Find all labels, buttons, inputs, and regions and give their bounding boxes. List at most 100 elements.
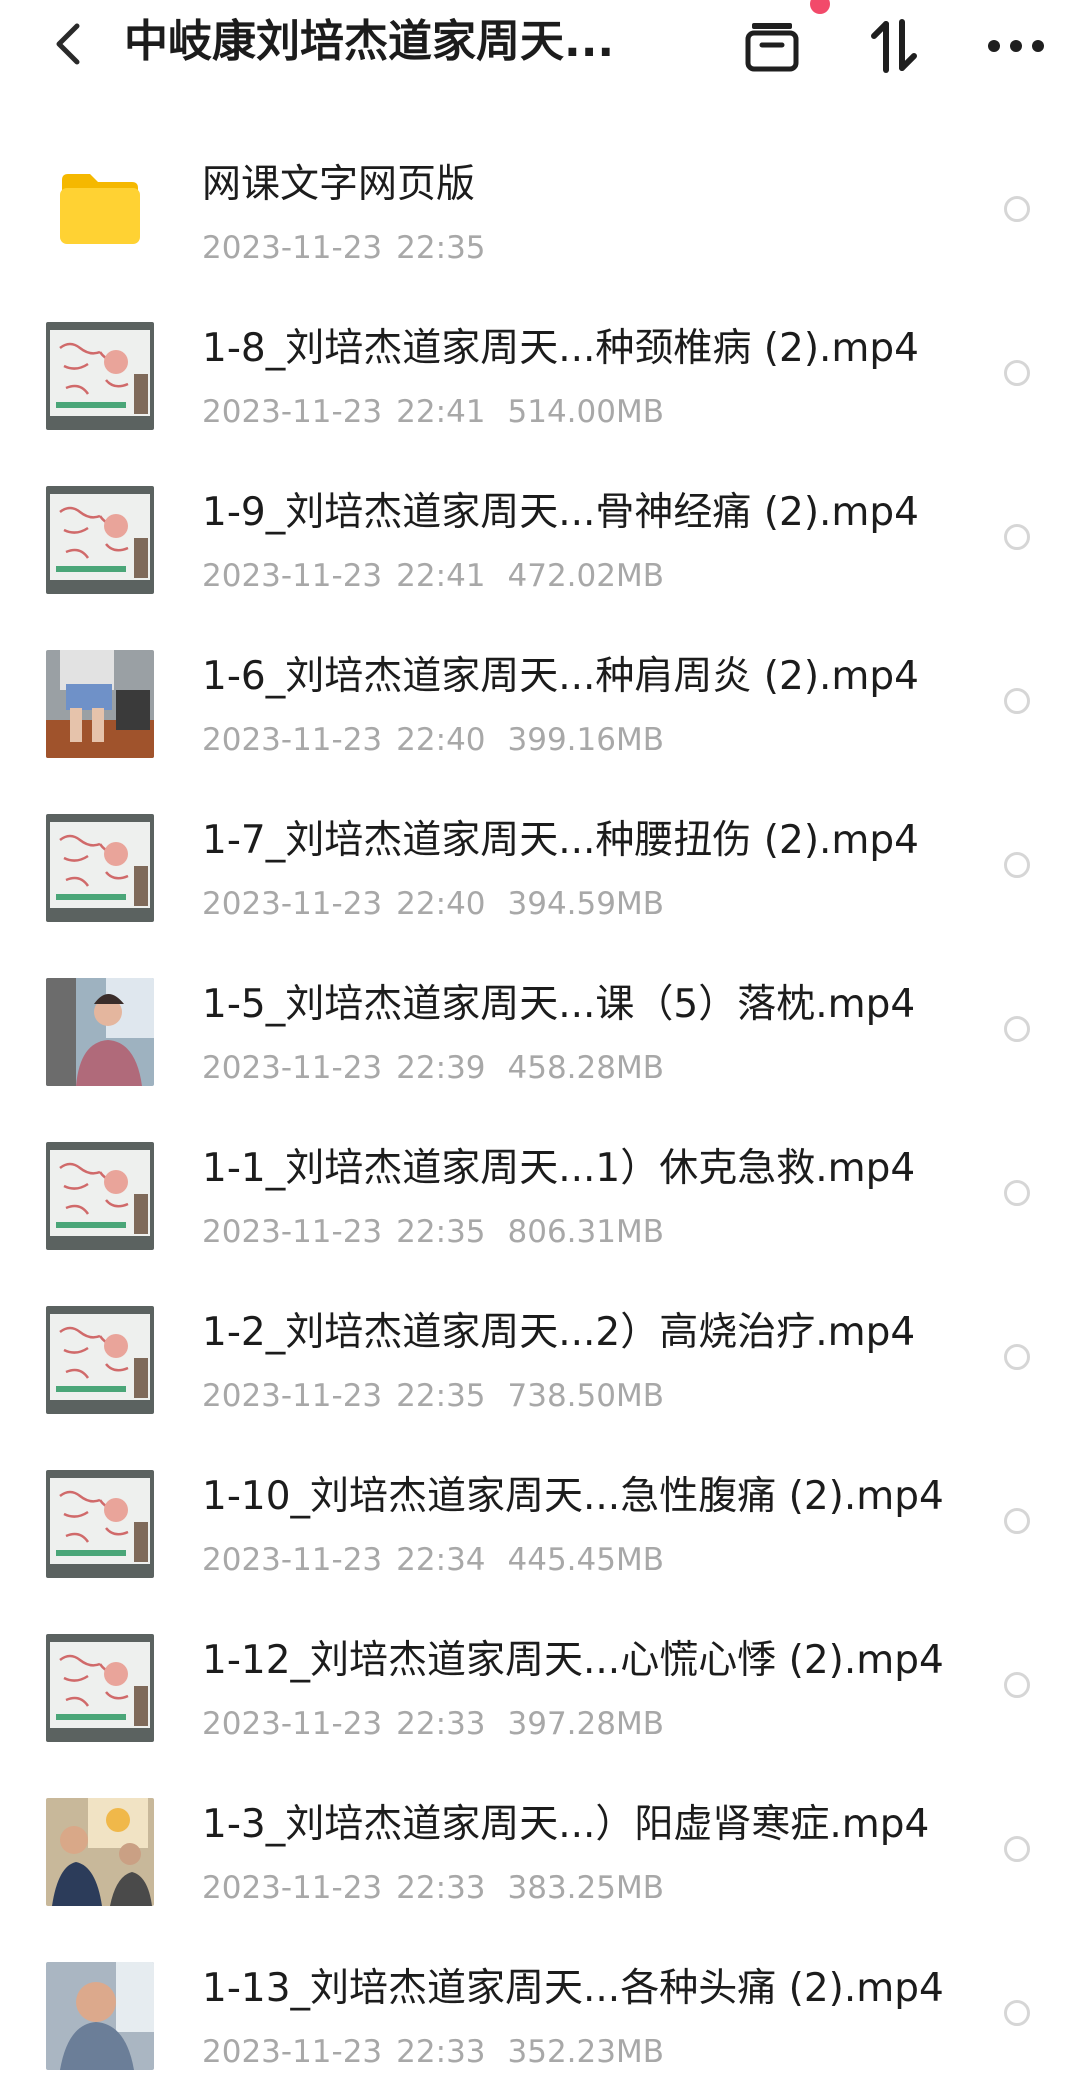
page-title: 中岐康刘培杰道家周天... bbox=[124, 16, 615, 67]
file-meta: 2023-11-23 22:35 bbox=[202, 226, 486, 270]
file-meta: 2023-11-23 22:33 397.28MB bbox=[202, 1702, 664, 1746]
video-thumbnail bbox=[46, 650, 154, 758]
select-radio[interactable] bbox=[1004, 2000, 1030, 2026]
app-header: 中岐康刘培杰道家周天... bbox=[0, 0, 1080, 96]
file-name: 1-12_刘培杰道家周天...心慌心悸 (2).mp4 bbox=[202, 1638, 944, 1683]
select-radio[interactable] bbox=[1004, 1180, 1030, 1206]
select-radio[interactable] bbox=[1004, 852, 1030, 878]
file-name: 1-6_刘培杰道家周天...种肩周炎 (2).mp4 bbox=[202, 654, 919, 699]
file-meta: 2023-11-23 22:41 472.02MB bbox=[202, 554, 664, 598]
file-row[interactable]: 1-7_刘培杰道家周天...种腰扭伤 (2).mp4 2023-11-23 22:… bbox=[0, 786, 1080, 950]
video-thumbnail bbox=[46, 1634, 154, 1742]
file-name: 1-9_刘培杰道家周天...骨神经痛 (2).mp4 bbox=[202, 490, 919, 535]
video-thumbnail bbox=[46, 814, 154, 922]
file-date: 2023-11-23 bbox=[202, 1542, 383, 1578]
file-row[interactable]: 1-12_刘培杰道家周天...心慌心悸 (2).mp4 2023-11-23 22… bbox=[0, 1606, 1080, 1770]
file-date: 2023-11-23 bbox=[202, 2034, 383, 2070]
chevron-left-icon bbox=[56, 23, 80, 65]
file-time: 22:35 bbox=[396, 1378, 486, 1414]
sort-button[interactable] bbox=[858, 10, 930, 82]
file-size: 352.23MB bbox=[507, 2034, 664, 2070]
file-date: 2023-11-23 bbox=[202, 1706, 383, 1742]
file-size: 458.28MB bbox=[507, 1050, 664, 1086]
file-meta: 2023-11-23 22:33 352.23MB bbox=[202, 2030, 664, 2074]
file-meta: 2023-11-23 22:41 514.00MB bbox=[202, 390, 664, 434]
file-time: 22:40 bbox=[396, 722, 486, 758]
file-name: 1-3_刘培杰道家周天...）阳虚肾寒症.mp4 bbox=[202, 1802, 930, 1847]
archive-icon bbox=[745, 23, 799, 72]
file-meta: 2023-11-23 22:39 458.28MB bbox=[202, 1046, 664, 1090]
file-meta: 2023-11-23 22:34 445.45MB bbox=[202, 1538, 664, 1582]
select-radio[interactable] bbox=[1004, 1016, 1030, 1042]
file-meta: 2023-11-23 22:40 399.16MB bbox=[202, 718, 664, 762]
file-size: 394.59MB bbox=[507, 886, 664, 922]
video-thumbnail bbox=[46, 1306, 154, 1414]
folder-icon bbox=[60, 174, 140, 244]
file-name: 1-2_刘培杰道家周天...2）高烧治疗.mp4 bbox=[202, 1310, 916, 1355]
select-radio[interactable] bbox=[1004, 688, 1030, 714]
file-name: 1-10_刘培杰道家周天...急性腹痛 (2).mp4 bbox=[202, 1474, 944, 1519]
back-button[interactable] bbox=[40, 16, 96, 72]
file-time: 22:39 bbox=[396, 1050, 486, 1086]
video-thumbnail bbox=[46, 978, 154, 1086]
select-radio[interactable] bbox=[1004, 1836, 1030, 1862]
file-size: 397.28MB bbox=[507, 1706, 664, 1742]
video-thumbnail bbox=[46, 1142, 154, 1250]
file-row[interactable]: 1-9_刘培杰道家周天...骨神经痛 (2).mp4 2023-11-23 22:… bbox=[0, 458, 1080, 622]
file-time: 22:35 bbox=[396, 1214, 486, 1250]
file-date: 2023-11-23 bbox=[202, 1214, 383, 1250]
file-date: 2023-11-23 bbox=[202, 230, 383, 266]
video-thumbnail bbox=[46, 1798, 154, 1906]
archive-button[interactable] bbox=[736, 10, 808, 82]
file-time: 22:33 bbox=[396, 2034, 486, 2070]
file-row[interactable]: 1-10_刘培杰道家周天...急性腹痛 (2).mp4 2023-11-23 22… bbox=[0, 1442, 1080, 1606]
video-thumbnail bbox=[46, 1470, 154, 1578]
file-name: 1-1_刘培杰道家周天...1）休克急救.mp4 bbox=[202, 1146, 916, 1191]
file-time: 22:40 bbox=[396, 886, 486, 922]
video-thumbnail bbox=[46, 322, 154, 430]
file-time: 22:41 bbox=[396, 394, 486, 430]
file-time: 22:33 bbox=[396, 1870, 486, 1906]
file-meta: 2023-11-23 22:35 806.31MB bbox=[202, 1210, 664, 1254]
file-row[interactable]: 1-5_刘培杰道家周天...课（5）落枕.mp4 2023-11-23 22:39… bbox=[0, 950, 1080, 1114]
file-size: 472.02MB bbox=[507, 558, 664, 594]
file-name: 1-5_刘培杰道家周天...课（5）落枕.mp4 bbox=[202, 982, 916, 1027]
select-radio[interactable] bbox=[1004, 524, 1030, 550]
file-date: 2023-11-23 bbox=[202, 1870, 383, 1906]
file-row[interactable]: 1-1_刘培杰道家周天...1）休克急救.mp4 2023-11-23 22:35… bbox=[0, 1114, 1080, 1278]
file-time: 22:33 bbox=[396, 1706, 486, 1742]
file-row[interactable]: 1-8_刘培杰道家周天...种颈椎病 (2).mp4 2023-11-23 22:… bbox=[0, 294, 1080, 458]
file-row[interactable]: 1-6_刘培杰道家周天...种肩周炎 (2).mp4 2023-11-23 22:… bbox=[0, 622, 1080, 786]
file-list: 网课文字网页版 2023-11-23 22:35 1-8_刘培杰道家周天...种颈… bbox=[0, 130, 1080, 2098]
file-meta: 2023-11-23 22:33 383.25MB bbox=[202, 1866, 664, 1910]
file-name: 1-7_刘培杰道家周天...种腰扭伤 (2).mp4 bbox=[202, 818, 919, 863]
file-date: 2023-11-23 bbox=[202, 1378, 383, 1414]
file-size: 383.25MB bbox=[507, 1870, 664, 1906]
file-time: 22:35 bbox=[396, 230, 486, 266]
video-thumbnail bbox=[46, 486, 154, 594]
select-radio[interactable] bbox=[1004, 196, 1030, 222]
file-size: 445.45MB bbox=[507, 1542, 664, 1578]
file-time: 22:41 bbox=[396, 558, 486, 594]
select-radio[interactable] bbox=[1004, 1344, 1030, 1370]
file-meta: 2023-11-23 22:35 738.50MB bbox=[202, 1374, 664, 1418]
file-row[interactable]: 1-2_刘培杰道家周天...2）高烧治疗.mp4 2023-11-23 22:35… bbox=[0, 1278, 1080, 1442]
folder-row[interactable]: 网课文字网页版 2023-11-23 22:35 bbox=[0, 130, 1080, 294]
file-time: 22:34 bbox=[396, 1542, 486, 1578]
more-button[interactable] bbox=[980, 10, 1052, 82]
file-name: 网课文字网页版 bbox=[202, 162, 476, 207]
file-row[interactable]: 1-13_刘培杰道家周天...各种头痛 (2).mp4 2023-11-23 22… bbox=[0, 1934, 1080, 2098]
file-date: 2023-11-23 bbox=[202, 558, 383, 594]
file-row[interactable]: 1-3_刘培杰道家周天...）阳虚肾寒症.mp4 2023-11-23 22:33… bbox=[0, 1770, 1080, 1934]
file-date: 2023-11-23 bbox=[202, 1050, 383, 1086]
select-radio[interactable] bbox=[1004, 1672, 1030, 1698]
select-radio[interactable] bbox=[1004, 360, 1030, 386]
more-horizontal-icon bbox=[988, 40, 1044, 52]
file-size: 738.50MB bbox=[507, 1378, 664, 1414]
file-size: 806.31MB bbox=[507, 1214, 664, 1250]
file-date: 2023-11-23 bbox=[202, 722, 383, 758]
select-radio[interactable] bbox=[1004, 1508, 1030, 1534]
file-date: 2023-11-23 bbox=[202, 394, 383, 430]
file-name: 1-8_刘培杰道家周天...种颈椎病 (2).mp4 bbox=[202, 326, 919, 371]
file-meta: 2023-11-23 22:40 394.59MB bbox=[202, 882, 664, 926]
